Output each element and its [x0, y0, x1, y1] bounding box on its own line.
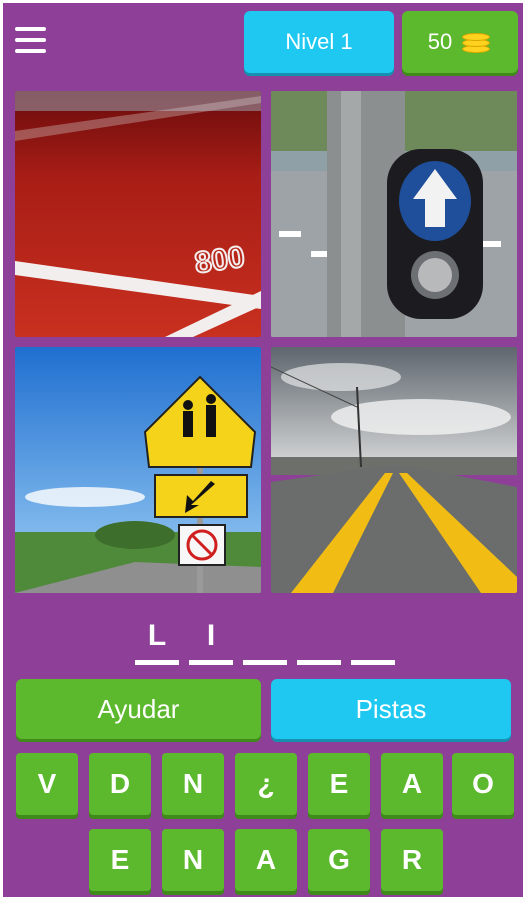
coin-count: 50 [427, 29, 453, 54]
answer-slot[interactable] [351, 615, 395, 665]
help-button-label: Ayudar [97, 693, 180, 724]
coin-stack-icon [462, 29, 492, 55]
letter-key[interactable]: V [16, 753, 78, 815]
letter-key[interactable]: N [162, 829, 224, 891]
answer-slots: L I [135, 615, 395, 665]
track-painted-text: 800 [193, 240, 247, 280]
clue-image-crosswalk-button [271, 91, 517, 337]
clue-image-road-yellow-lines [271, 347, 517, 593]
coins-badge[interactable]: 50 [402, 11, 518, 73]
letter-key[interactable]: E [308, 753, 370, 815]
letter-key[interactable]: E [89, 829, 151, 891]
letter-key[interactable]: D [89, 753, 151, 815]
answer-slot[interactable]: L [135, 615, 179, 665]
answer-slot[interactable] [297, 615, 341, 665]
hints-button[interactable]: Pistas [271, 679, 511, 739]
help-button[interactable]: Ayudar [16, 679, 261, 739]
letter-key[interactable]: N [162, 753, 224, 815]
game-screen: Nivel 1 50 800 L I Ayudar Pistas V D N ¿… [3, 3, 523, 897]
level-label: Nivel 1 [285, 29, 353, 54]
letter-key[interactable]: ¿ [235, 753, 297, 815]
letter-key[interactable]: A [381, 753, 443, 815]
level-badge: Nivel 1 [244, 11, 394, 73]
letter-key[interactable]: R [381, 829, 443, 891]
answer-slot[interactable] [243, 615, 287, 665]
letter-key[interactable]: G [308, 829, 370, 891]
clue-image-school-crossing-sign [15, 347, 261, 593]
hints-button-label: Pistas [355, 693, 427, 724]
clue-image-running-track: 800 [15, 91, 261, 337]
letter-key[interactable]: O [452, 753, 514, 815]
letter-key[interactable]: A [235, 829, 297, 891]
answer-slot[interactable]: I [189, 615, 233, 665]
hamburger-menu-icon[interactable] [15, 27, 49, 57]
